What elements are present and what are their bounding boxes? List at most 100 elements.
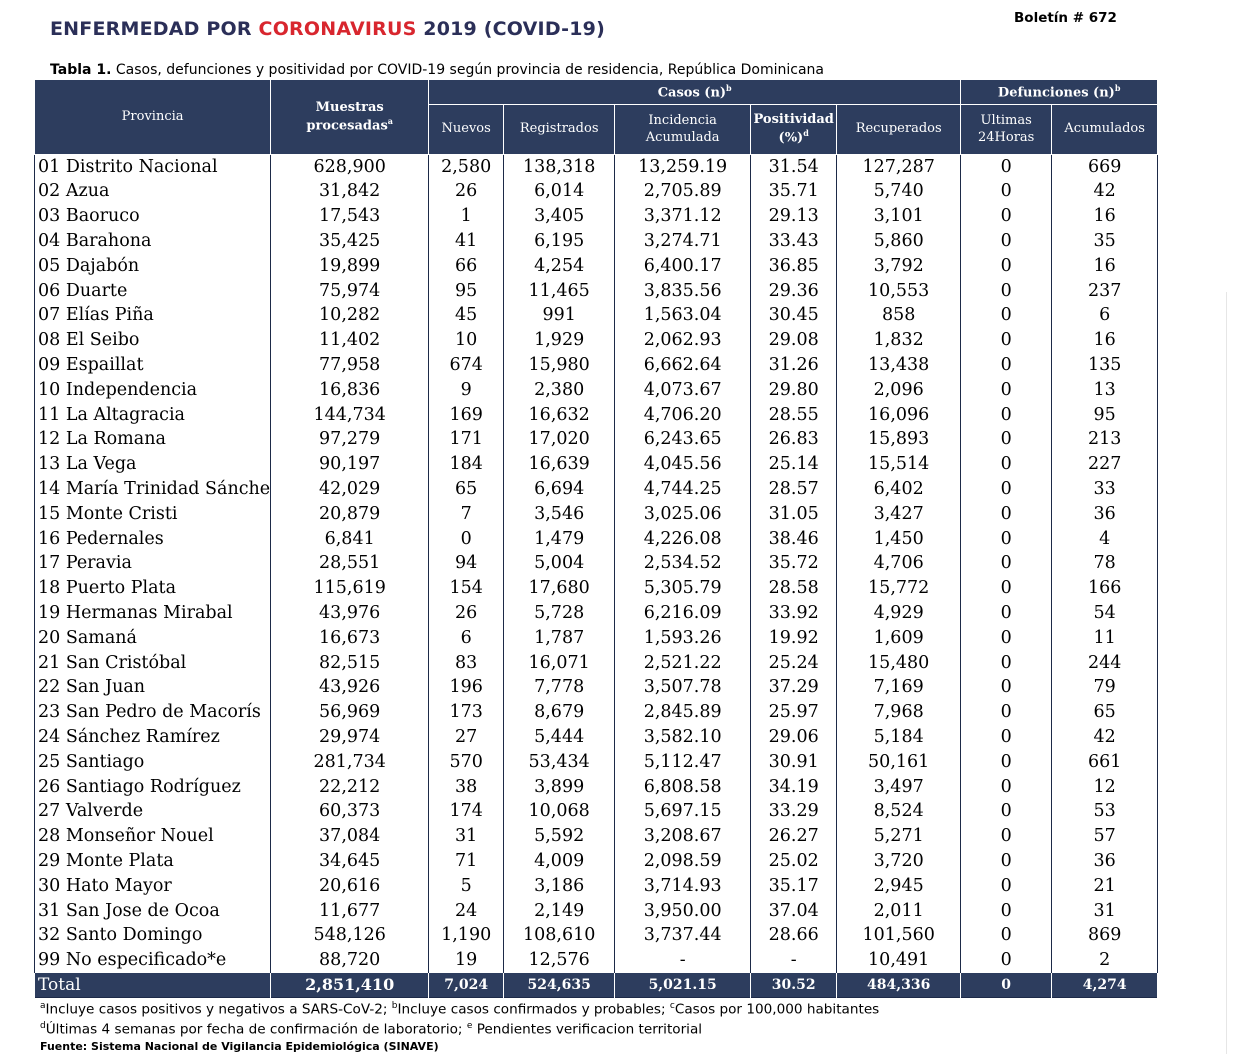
table-row: 16 Pedernales 6,841 0 1,479 4,226.08 38.46 1,4…: [33, 526, 1159, 552]
cell-ultimas-24h: 0: [960, 923, 1053, 949]
header-positividad-line1: Positividad: [753, 112, 834, 128]
cell-incidencia: 2,521.22: [614, 650, 752, 676]
cell-nuevos: 65: [428, 477, 505, 503]
cell-incidencia: 3,835.56: [614, 278, 752, 304]
cell-registrados: 17,020: [503, 427, 616, 453]
cell-muestras: 42,029: [270, 477, 430, 503]
cell-nuevos: 173: [428, 700, 505, 726]
cell-recuperados: 1,450: [836, 526, 962, 552]
total-nuevos: 7,024: [428, 973, 505, 998]
cell-provincia: 19 Hermanas Mirabal: [33, 601, 272, 627]
cell-muestras: 17,543: [270, 204, 430, 230]
cell-recuperados: 5,271: [836, 824, 962, 850]
cell-recuperados: 16,096: [836, 402, 962, 428]
cell-registrados: 15,980: [503, 353, 616, 379]
cell-positividad: 29.06: [750, 725, 838, 751]
cell-ultimas-24h: 0: [960, 328, 1053, 354]
source-note: Fuente: Sistema Nacional de Vigilancia E…: [40, 1040, 439, 1053]
cell-ultimas-24h: 0: [960, 626, 1053, 651]
cell-registrados: 1,787: [503, 626, 616, 651]
cell-muestras: 628,900: [270, 154, 430, 180]
cell-positividad: 29.80: [750, 378, 838, 403]
cell-muestras: 77,958: [270, 353, 430, 379]
cell-positividad: 29.36: [750, 278, 838, 304]
cell-positividad: 25.24: [750, 650, 838, 676]
cell-ultimas-24h: 0: [960, 725, 1053, 751]
cell-registrados: 4,009: [503, 849, 616, 875]
cell-ultimas-24h: 0: [960, 874, 1053, 899]
cell-incidencia: 2,845.89: [614, 700, 752, 726]
cell-ultimas-24h: 0: [960, 700, 1053, 726]
cell-registrados: 3,405: [503, 204, 616, 230]
cell-incidencia: 2,705.89: [614, 179, 752, 205]
table-row: 27 Valverde 60,373 174 10,068 5,697.15 33.29 8…: [33, 799, 1159, 825]
cell-nuevos: 169: [428, 402, 505, 428]
cell-nuevos: 45: [428, 303, 505, 329]
covid-table: Provincia Muestras procesadasa Casos (n)…: [33, 79, 1159, 998]
cell-recuperados: 15,514: [836, 452, 962, 478]
header-muestras: Muestras procesadasa: [270, 79, 430, 155]
cell-ultimas-24h: 0: [960, 849, 1053, 875]
cell-ultimas-24h: 0: [960, 948, 1053, 974]
cell-ultimas-24h: 0: [960, 526, 1053, 552]
cell-muestras: 11,402: [270, 328, 430, 354]
bulletin-number: Boletín # 672: [1014, 10, 1117, 26]
table-row: 02 Azua 31,842 26 6,014 2,705.89 35.71 5,740 0 4…: [33, 179, 1159, 205]
cell-muestras: 281,734: [270, 750, 430, 775]
table-row: 04 Barahona 35,425 41 6,195 3,274.71 33.43 5,8…: [33, 229, 1159, 255]
cell-positividad: 26.83: [750, 427, 838, 453]
table-row: 14 María Trinidad Sánche 42,029 65 6,694 4,7…: [33, 477, 1159, 503]
cell-positividad: 34.19: [750, 774, 838, 800]
cell-provincia: 22 San Juan: [33, 675, 272, 701]
cell-muestras: 82,515: [270, 650, 430, 676]
cell-muestras: 10,282: [270, 303, 430, 329]
cell-positividad: 28.58: [750, 576, 838, 602]
cell-positividad: 31.54: [750, 154, 838, 180]
cell-nuevos: 1: [428, 204, 505, 230]
cell-acumulados: 213: [1051, 427, 1159, 453]
cell-ultimas-24h: 0: [960, 898, 1053, 924]
cell-acumulados: 31: [1051, 898, 1159, 924]
footnote-line-2: dÚltimas 4 semanas por fecha de confirma…: [40, 1021, 702, 1038]
cell-incidencia: 5,305.79: [614, 576, 752, 602]
cell-muestras: 16,673: [270, 626, 430, 651]
header-muestras-label: Muestras procesadas: [306, 99, 388, 134]
cell-acumulados: 4: [1051, 526, 1159, 552]
cell-acumulados: 16: [1051, 328, 1159, 354]
cell-positividad: 38.46: [750, 526, 838, 552]
cell-ultimas-24h: 0: [960, 799, 1053, 825]
cell-nuevos: 66: [428, 254, 505, 279]
cell-acumulados: 53: [1051, 799, 1159, 825]
cell-provincia: 10 Independencia: [33, 378, 272, 403]
header-positividad-sup: d: [803, 128, 809, 139]
cell-positividad: 35.71: [750, 179, 838, 205]
cell-acumulados: 11: [1051, 626, 1159, 651]
total-ultimas-24h: 0: [960, 973, 1053, 998]
table-row: 18 Puerto Plata 115,619 154 17,680 5,305.79 2…: [33, 576, 1159, 602]
total-incidencia: 5,021.15: [614, 973, 752, 998]
footnote-line-1: aIncluye casos positivos y negativos a S…: [40, 1001, 879, 1018]
cell-incidencia: 4,226.08: [614, 526, 752, 552]
header-ultimas: Ultimas 24Horas: [960, 104, 1053, 155]
cell-registrados: 3,186: [503, 874, 616, 899]
cell-nuevos: 196: [428, 675, 505, 701]
cell-ultimas-24h: 0: [960, 452, 1053, 478]
cell-registrados: 3,546: [503, 502, 616, 527]
cell-provincia: 25 Santiago: [33, 750, 272, 775]
cell-registrados: 12,576: [503, 948, 616, 974]
cell-registrados: 5,444: [503, 725, 616, 751]
cell-registrados: 108,610: [503, 923, 616, 949]
cell-muestras: 34,645: [270, 849, 430, 875]
cell-positividad: 37.29: [750, 675, 838, 701]
cell-muestras: 144,734: [270, 402, 430, 428]
cell-acumulados: 869: [1051, 923, 1159, 949]
cell-recuperados: 3,792: [836, 254, 962, 279]
cell-recuperados: 2,945: [836, 874, 962, 899]
cell-acumulados: 78: [1051, 551, 1159, 577]
cell-provincia: 30 Hato Mayor: [33, 874, 272, 899]
cell-provincia: 23 San Pedro de Macorís: [33, 700, 272, 726]
total-provincia: Total: [33, 973, 272, 998]
cell-ultimas-24h: 0: [960, 229, 1053, 255]
cell-positividad: 33.43: [750, 229, 838, 255]
cell-provincia: 09 Espaillat: [33, 353, 272, 379]
